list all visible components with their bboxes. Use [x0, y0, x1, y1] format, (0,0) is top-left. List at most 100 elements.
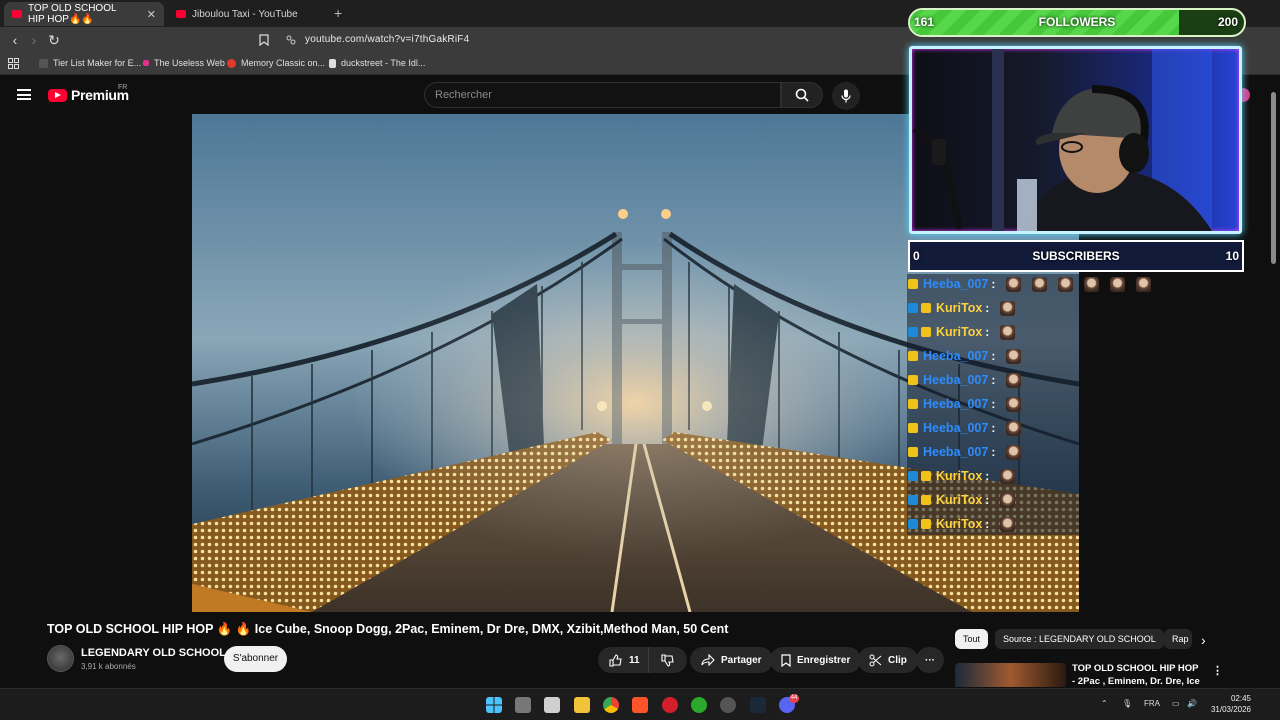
video-title: TOP OLD SCHOOL HIP HOP 🔥 🔥 Ice Cube, Sno…: [47, 622, 729, 636]
chat-message: KuriTox:: [908, 466, 1016, 486]
bookmark-item[interactable]: Memory Classic on...: [227, 58, 325, 68]
youtube-favicon-icon: [176, 10, 186, 18]
file-explorer-icon[interactable]: [574, 697, 590, 713]
chat-emote-icon: [1000, 492, 1016, 508]
discord-badge: 44: [789, 694, 799, 703]
chat-separator: :: [985, 325, 990, 339]
region-code: FR: [118, 84, 128, 91]
memory-icon: [227, 58, 236, 68]
store-icon[interactable]: [544, 697, 560, 713]
clip-button[interactable]: Clip: [858, 647, 918, 673]
chat-message: Heeba_007:: [908, 442, 1022, 462]
chat-username: KuriTox: [936, 517, 983, 531]
volume-icon[interactable]: 🔊: [1187, 699, 1197, 708]
forward-arrow-icon[interactable]: ›: [26, 32, 42, 48]
chrome-icon[interactable]: [603, 697, 619, 713]
voice-search-button[interactable]: [832, 82, 860, 110]
chevron-right-icon[interactable]: ›: [1201, 632, 1206, 648]
obs-icon[interactable]: [720, 697, 736, 713]
chat-message: Heeba_007:: [908, 370, 1022, 390]
chat-emote-icon: [1000, 468, 1016, 484]
steam-icon[interactable]: [750, 697, 766, 713]
chip-source[interactable]: Source : LEGENDARY OLD SCHOOL: [995, 629, 1164, 649]
brave-icon[interactable]: [632, 697, 648, 713]
language-indicator[interactable]: FRA: [1144, 699, 1160, 708]
mic-tray-icon[interactable]: 🎙: [1122, 699, 1132, 708]
bookmark-label: Tier List Maker for E...: [53, 58, 142, 68]
bookmark-label: Memory Classic on...: [241, 58, 326, 68]
chat-username: KuriTox: [936, 469, 983, 483]
subscribers-goal: 10: [1225, 249, 1239, 263]
chat-message: Heeba_007:: [908, 274, 1152, 294]
channel-avatar[interactable]: [47, 645, 74, 672]
chat-separator: :: [991, 397, 996, 411]
search-input[interactable]: Rechercher: [424, 82, 781, 108]
clip-label: Clip: [888, 654, 907, 666]
search-button[interactable]: [781, 82, 823, 108]
channel-name[interactable]: LEGENDARY OLD SCHOOL: [81, 647, 226, 659]
bookmark-icon[interactable]: [259, 34, 269, 46]
apps-grid-icon[interactable]: [8, 58, 19, 69]
clock-date: 31/03/2026: [1210, 705, 1251, 714]
windows-start-icon[interactable]: [486, 697, 502, 713]
chat-separator: :: [991, 373, 996, 387]
chat-separator: :: [985, 517, 990, 531]
crown-badge-icon: [908, 447, 918, 457]
like-button[interactable]: 11: [598, 647, 650, 673]
chat-username: KuriTox: [936, 325, 983, 339]
share-button[interactable]: Partager: [690, 647, 773, 673]
save-button[interactable]: Enregistrer: [770, 647, 862, 673]
recommended-menu-icon[interactable]: ⋮: [1212, 664, 1223, 677]
new-tab-button[interactable]: +: [334, 5, 342, 21]
back-arrow-icon[interactable]: ‹: [7, 32, 23, 48]
chat-separator: :: [991, 349, 996, 363]
screen: TOP OLD SCHOOL HIP HOP🔥🔥 ✕ Jiboulou Taxi…: [0, 0, 1280, 720]
taskbar: 44 ⌃ 🎙 FRA ▭ 🔊 02:45 31/03/2026: [0, 688, 1280, 720]
subscribers-goal-bar: 0 SUBSCRIBERS 10: [908, 240, 1244, 272]
share-icon: [701, 654, 715, 666]
chat-username: Heeba_007: [923, 373, 989, 387]
more-actions-button[interactable]: ···: [916, 647, 944, 673]
bookmark-item[interactable]: The Useless Web: [143, 58, 225, 68]
page-scrollbar[interactable]: [1271, 92, 1276, 264]
network-icon[interactable]: ▭: [1172, 699, 1180, 708]
bookmark-item[interactable]: Tier List Maker for E...: [39, 58, 141, 68]
chat-emote-icon: [1006, 348, 1022, 364]
chat-emote-icon: [1006, 372, 1022, 388]
bookmark-label: The Useless Web: [154, 58, 225, 68]
youtube-premium-logo[interactable]: Premium FR: [48, 84, 129, 103]
crown-badge-icon: [921, 327, 931, 337]
clock[interactable]: 02:45 31/03/2026: [1207, 693, 1251, 715]
chat-emote-icon: [1000, 516, 1016, 532]
chip-rap[interactable]: Rap: [1164, 629, 1192, 649]
chat-username: Heeba_007: [923, 397, 989, 411]
bookmark-item[interactable]: duckstreet - The Idl...: [329, 58, 425, 68]
browser-tab[interactable]: Jiboulou Taxi - YouTube: [168, 2, 328, 26]
task-view-icon[interactable]: [515, 697, 531, 713]
chat-separator: :: [985, 493, 990, 507]
youtube-favicon-icon: [12, 10, 22, 18]
chat-message: KuriTox:: [908, 298, 1016, 318]
chip-all[interactable]: Tout: [955, 629, 989, 649]
browser-tab-active[interactable]: TOP OLD SCHOOL HIP HOP🔥🔥 ✕: [4, 2, 164, 26]
chat-emote-icon: [1000, 300, 1016, 316]
dislike-button[interactable]: [648, 647, 687, 673]
site-info-icon[interactable]: [286, 35, 296, 45]
crown-badge-icon: [908, 399, 918, 409]
chat-username: Heeba_007: [923, 277, 989, 291]
menu-icon[interactable]: [17, 89, 31, 100]
subscriber-badge-icon: [908, 327, 918, 337]
save-icon: [781, 653, 791, 667]
close-tab-icon[interactable]: ✕: [147, 8, 156, 21]
xbox-icon[interactable]: [691, 697, 707, 713]
tab-label: Jiboulou Taxi - YouTube: [192, 8, 298, 20]
tray-overflow-icon[interactable]: ⌃: [1101, 699, 1108, 708]
recommended-thumbnail[interactable]: [955, 663, 1066, 687]
subscribe-button[interactable]: S'abonner: [224, 646, 287, 672]
reload-icon[interactable]: ↻: [46, 32, 62, 49]
chat-message: Heeba_007:: [908, 394, 1022, 414]
more-icon: ···: [925, 654, 935, 666]
url-text[interactable]: youtube.com/watch?v=i7thGakRiF4: [305, 34, 469, 45]
opera-icon[interactable]: [662, 697, 678, 713]
chat-message: KuriTox:: [908, 322, 1016, 342]
